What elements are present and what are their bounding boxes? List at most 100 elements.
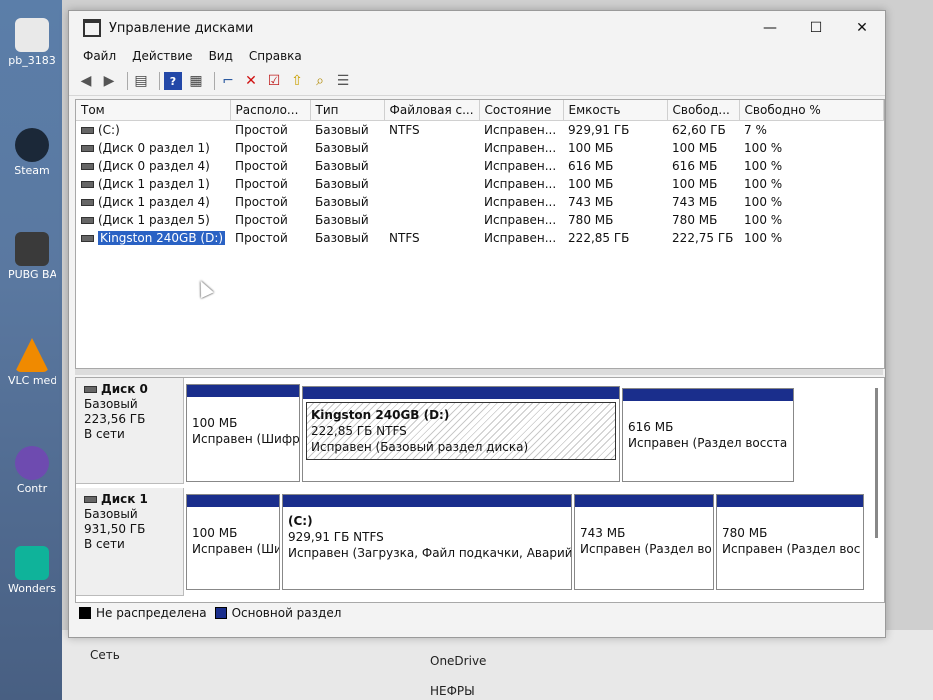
partition-disk0-1[interactable]: 100 МБ Исправен (Шифр	[186, 384, 300, 482]
col-free[interactable]: Свобод...	[667, 100, 740, 121]
disk-name: Диск 0	[101, 382, 148, 396]
checklist-icon[interactable]: ☑	[265, 72, 283, 90]
file-icon	[15, 18, 49, 52]
cell-free: 222,75 ГБ	[672, 231, 734, 245]
legend: Не распределена Основной раздел	[75, 603, 341, 623]
cell-free: 62,60 ГБ	[672, 123, 726, 137]
desktop-icon-file[interactable]: pb_3183	[8, 18, 56, 67]
cell-capacity: 929,91 ГБ	[568, 123, 630, 137]
forward-icon[interactable]: ▶	[100, 72, 118, 90]
cell-status: Исправен...	[484, 195, 557, 209]
col-free-percent[interactable]: Свободно %	[739, 100, 885, 121]
disk-management-icon	[83, 19, 101, 37]
cell-type: Базовый	[315, 213, 369, 227]
pane-splitter[interactable]	[75, 369, 883, 375]
col-capacity[interactable]: Емкость	[563, 100, 668, 121]
table-row[interactable]: (Диск 1 раздел 5) Простой Базовый Исправ…	[76, 211, 884, 229]
table-row[interactable]: (Диск 0 раздел 4) Простой Базовый Исправ…	[76, 157, 884, 175]
minimize-button[interactable]: —	[747, 20, 793, 36]
partition-disk1-1[interactable]: 100 МБ Исправен (Ши	[186, 494, 280, 590]
disk-icon	[84, 386, 97, 393]
cell-volume: Kingston 240GB (D:)	[98, 231, 226, 245]
properties-icon[interactable]: ▤	[132, 72, 150, 90]
drive-icon	[81, 199, 94, 206]
nav-network[interactable]: Сеть	[90, 648, 120, 662]
close-button[interactable]: ✕	[839, 20, 885, 36]
desktop-icon-vlc[interactable]: VLC media player	[8, 338, 56, 387]
menu-help[interactable]: Справка	[241, 49, 310, 63]
cell-status: Исправен...	[484, 123, 557, 137]
cell-free-percent: 100 %	[744, 213, 783, 227]
app-icon	[15, 446, 49, 480]
cell-type: Базовый	[315, 231, 369, 245]
desktop-icon-pubg[interactable]: PUBG BATTLEGR	[8, 232, 56, 281]
col-layout[interactable]: Располо...	[230, 100, 311, 121]
cell-status: Исправен...	[484, 159, 557, 173]
table-row[interactable]: (Диск 0 раздел 1) Простой Базовый Исправ…	[76, 139, 884, 157]
partition-disk1-2[interactable]: (C:) 929,91 ГБ NTFS Исправен (Загрузка, …	[282, 494, 572, 590]
partition-disk1-4[interactable]: 780 МБ Исправен (Раздел вос	[716, 494, 864, 590]
partition-disk1-3[interactable]: 743 МБ Исправен (Раздел во	[574, 494, 714, 590]
table-row-selected[interactable]: Kingston 240GB (D:) Простой Базовый NTFS…	[76, 229, 884, 247]
import-icon[interactable]: ⇧	[288, 72, 306, 90]
cell-status: Исправен...	[484, 231, 557, 245]
col-volume[interactable]: Том	[76, 100, 231, 121]
cell-layout: Простой	[235, 177, 288, 191]
cell-free-percent: 100 %	[744, 141, 783, 155]
steam-icon	[15, 128, 49, 162]
table-row[interactable]: (C:) Простой Базовый NTFS Исправен... 92…	[76, 121, 884, 140]
cell-free: 743 МБ	[672, 195, 718, 209]
partition-disk0-2[interactable]: Kingston 240GB (D:) 222,85 ГБ NTFS Испра…	[302, 386, 620, 482]
cell-free: 780 МБ	[672, 213, 718, 227]
desktop-icon-app[interactable]: Contr	[8, 446, 56, 495]
menu-action[interactable]: Действие	[124, 49, 200, 63]
connect-icon[interactable]: ⌐	[219, 72, 237, 90]
back-icon[interactable]: ◀	[77, 72, 95, 90]
drive-icon	[81, 217, 94, 224]
cell-volume: (Диск 0 раздел 4)	[98, 159, 210, 173]
search-icon[interactable]: ⌕	[311, 72, 329, 90]
partition-bar	[283, 495, 571, 507]
list-icon[interactable]: ☰	[334, 72, 352, 90]
partition-size: 929,91 ГБ NTFS	[288, 530, 384, 544]
cell-capacity: 616 МБ	[568, 159, 614, 173]
drive-icon	[81, 181, 94, 188]
disk-size: 931,50 ГБ	[84, 522, 146, 536]
partition-bar	[575, 495, 713, 507]
delete-icon[interactable]: ✕	[242, 72, 260, 90]
menu-view[interactable]: Вид	[201, 49, 241, 63]
partition-size: 780 МБ	[722, 526, 768, 540]
folder-onedrive[interactable]: OneDrive	[430, 654, 486, 668]
disk-0-label[interactable]: Диск 0 Базовый 223,56 ГБ В сети	[76, 378, 184, 484]
toolbar-separator	[159, 72, 160, 90]
col-filesystem[interactable]: Файловая с...	[384, 100, 480, 121]
menu-file[interactable]: Файл	[75, 49, 124, 63]
cell-layout: Простой	[235, 231, 288, 245]
console-icon[interactable]: ▦	[187, 72, 205, 90]
partition-bar	[187, 495, 279, 507]
title-bar[interactable]: Управление дисками — ☐ ✕	[69, 11, 885, 45]
cell-capacity: 222,85 ГБ	[568, 231, 630, 245]
desktop-icon-filmora[interactable]: Wondershare Filmora	[8, 546, 56, 595]
desktop-left-strip: pb_3183 Steam PUBG BATTLEGR VLC media pl…	[0, 0, 62, 700]
legend-swatch-unallocated	[79, 607, 91, 619]
filmora-icon	[15, 546, 49, 580]
help-icon[interactable]: ?	[164, 72, 182, 90]
table-row[interactable]: (Диск 1 раздел 1) Простой Базовый Исправ…	[76, 175, 884, 193]
cell-layout: Простой	[235, 213, 288, 227]
col-type[interactable]: Тип	[310, 100, 385, 121]
maximize-button[interactable]: ☐	[793, 20, 839, 36]
folder-nefry[interactable]: НЕФРЫ	[430, 684, 475, 698]
disk-1-label[interactable]: Диск 1 Базовый 931,50 ГБ В сети	[76, 488, 184, 596]
disk-type: Базовый	[84, 397, 138, 411]
drive-icon	[81, 127, 94, 134]
col-status[interactable]: Состояние	[479, 100, 564, 121]
table-row[interactable]: (Диск 1 раздел 4) Простой Базовый Исправ…	[76, 193, 884, 211]
drive-icon	[81, 235, 94, 242]
partition-size: 616 МБ	[628, 420, 674, 434]
partition-disk0-3[interactable]: 616 МБ Исправен (Раздел восста	[622, 388, 794, 482]
disk-size: 223,56 ГБ	[84, 412, 146, 426]
partition-title: (C:)	[288, 514, 313, 528]
desktop-icon-steam[interactable]: Steam	[8, 128, 56, 177]
toolbar-separator	[127, 72, 128, 90]
